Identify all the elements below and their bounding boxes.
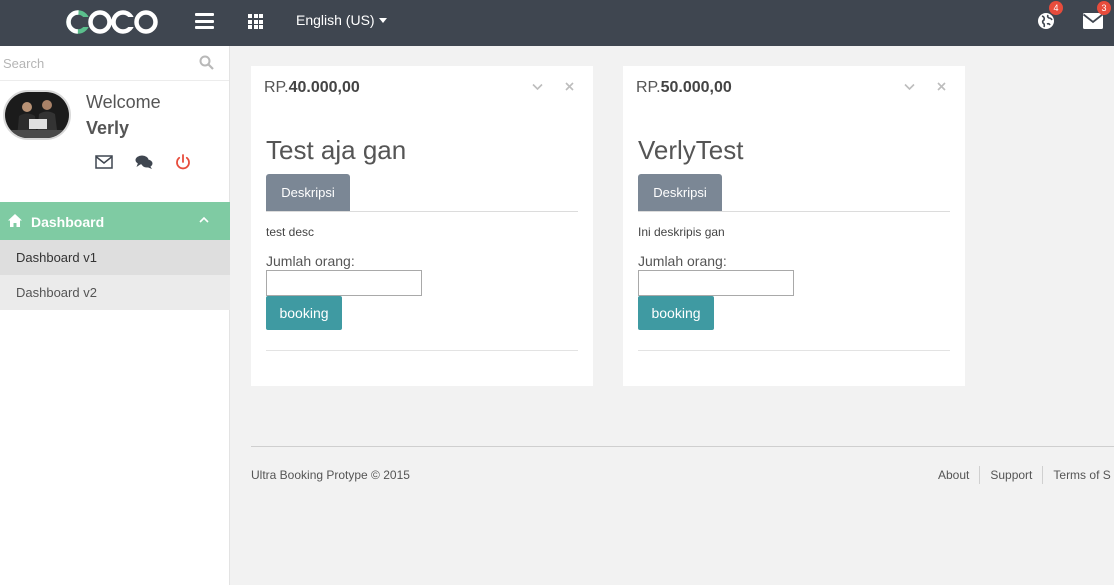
- close-icon[interactable]: [565, 82, 574, 91]
- globe-icon: [1038, 13, 1054, 29]
- tab-deskripsi[interactable]: Deskripsi: [266, 174, 350, 212]
- sidebar-item-dashboard-v1[interactable]: Dashboard v1: [0, 240, 230, 275]
- footer-links: About Support Terms of S: [928, 466, 1114, 484]
- language-label: English (US): [296, 12, 375, 28]
- card-price: RP.40.000,00: [264, 79, 360, 97]
- card-divider: [638, 350, 950, 351]
- price-value: 50.000,00: [660, 79, 732, 96]
- menu-toggle-icon[interactable]: [195, 13, 214, 29]
- language-selector[interactable]: English (US): [296, 12, 387, 28]
- user-panel: Welcome Verly: [0, 81, 229, 191]
- apps-grid-icon[interactable]: [248, 14, 263, 29]
- close-icon[interactable]: [937, 82, 946, 91]
- card-description: Ini deskripis gan: [638, 225, 725, 239]
- top-navbar: English (US) 4 3: [0, 0, 1114, 46]
- card-price: RP.50.000,00: [636, 79, 732, 97]
- search-icon[interactable]: [199, 55, 214, 70]
- chat-icon[interactable]: [135, 154, 153, 170]
- footer-link-terms[interactable]: Terms of S: [1042, 466, 1114, 484]
- username: Verly: [86, 118, 130, 138]
- welcome-text: Welcome: [86, 92, 161, 112]
- booking-button[interactable]: booking: [638, 296, 714, 330]
- product-card: RP.50.000,00 VerlyTest Deskripsi Ini des…: [623, 66, 965, 386]
- chevron-down-icon[interactable]: [904, 83, 915, 91]
- sidebar-item-dashboard-v2[interactable]: Dashboard v2: [0, 275, 230, 310]
- footer-divider: [251, 446, 1114, 447]
- price-prefix: RP.: [636, 79, 661, 96]
- booking-button[interactable]: booking: [266, 296, 342, 330]
- brand-logo[interactable]: [66, 7, 158, 37]
- caret-down-icon: [378, 17, 387, 23]
- chevron-up-icon: [199, 216, 209, 223]
- card-description: test desc: [266, 225, 315, 239]
- sidebar-item-dashboard[interactable]: Dashboard: [0, 202, 230, 240]
- footer-link-about[interactable]: About: [928, 466, 979, 484]
- product-card: RP.40.000,00 Test aja gan Deskripsi test…: [251, 66, 593, 386]
- avatar[interactable]: [3, 90, 71, 140]
- tab-divider: [638, 211, 950, 212]
- quantity-label: Jumlah orang:: [266, 253, 355, 269]
- card-title: VerlyTest: [638, 135, 744, 165]
- chevron-down-icon[interactable]: [532, 83, 543, 91]
- home-icon: [8, 214, 22, 227]
- mail-badge: 3: [1097, 1, 1111, 15]
- tab-deskripsi[interactable]: Deskripsi: [638, 174, 722, 212]
- mail-icon[interactable]: [95, 154, 113, 170]
- quantity-field[interactable]: [638, 270, 794, 296]
- sidebar: Welcome Verly Dashboard Dashboard v1 Das…: [0, 46, 230, 585]
- user-photo-icon: [5, 92, 69, 138]
- sidebar-item-label: Dashboard: [31, 214, 105, 230]
- messages-button[interactable]: 3: [1082, 1, 1111, 32]
- quantity-label: Jumlah orang:: [638, 253, 727, 269]
- quantity-field[interactable]: [266, 270, 422, 296]
- envelope-icon: [1082, 13, 1104, 29]
- price-value: 40.000,00: [288, 79, 360, 96]
- card-divider: [266, 350, 578, 351]
- coco-logo-icon: [66, 10, 158, 34]
- price-prefix: RP.: [264, 79, 289, 96]
- power-icon[interactable]: [174, 154, 192, 170]
- notifications-globe-button[interactable]: 4: [1037, 1, 1063, 32]
- tab-divider: [266, 211, 578, 212]
- card-title: Test aja gan: [266, 135, 407, 165]
- sidebar-search: [0, 46, 229, 81]
- globe-badge: 4: [1049, 1, 1063, 15]
- footer-copyright: Ultra Booking Protype © 2015: [251, 468, 410, 482]
- search-input[interactable]: [0, 46, 190, 80]
- footer-link-support[interactable]: Support: [979, 466, 1042, 484]
